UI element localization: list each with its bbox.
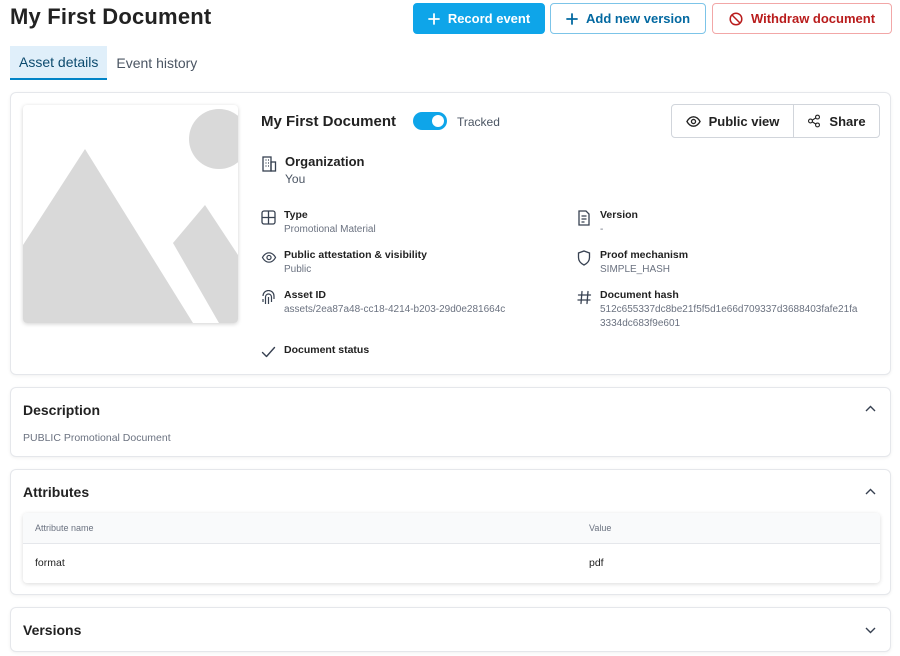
description-card[interactable]: Description PUBLIC Promotional Document bbox=[10, 387, 891, 457]
table-row: format pdf bbox=[23, 544, 880, 582]
record-event-label: Record event bbox=[447, 11, 531, 26]
asset-id-value: assets/2ea87a48-cc18-4214-b203-29d0e2816… bbox=[284, 304, 506, 315]
table-header: Attribute name Value bbox=[23, 513, 880, 544]
column-header-attribute-name: Attribute name bbox=[35, 523, 94, 533]
chevron-up-icon[interactable] bbox=[865, 405, 876, 412]
asset-name: My First Document bbox=[261, 113, 397, 130]
ban-icon bbox=[729, 11, 743, 26]
proof-mechanism-value: SIMPLE_HASH bbox=[600, 264, 671, 275]
page-title: My First Document bbox=[10, 4, 212, 29]
add-new-version-button[interactable]: Add new version bbox=[550, 3, 706, 34]
tracked-label: Tracked bbox=[457, 115, 500, 129]
tab-event-history[interactable]: Event history bbox=[107, 46, 206, 80]
type-value: Promotional Material bbox=[284, 224, 376, 235]
add-new-version-label: Add new version bbox=[585, 11, 691, 26]
eye-icon bbox=[261, 250, 277, 265]
chevron-down-icon[interactable] bbox=[865, 627, 876, 634]
fingerprint-icon bbox=[261, 290, 276, 306]
attributes-table: Attribute name Value format pdf bbox=[23, 513, 880, 583]
attribute-value-cell: pdf bbox=[589, 557, 604, 569]
description-text: PUBLIC Promotional Document bbox=[23, 432, 171, 444]
shield-icon bbox=[577, 250, 591, 266]
record-event-button[interactable]: Record event bbox=[413, 3, 545, 34]
public-view-button[interactable]: Public view bbox=[672, 105, 794, 137]
organization-label: Organization bbox=[285, 154, 365, 169]
attributes-card: Attributes Attribute name Value format p… bbox=[10, 469, 891, 595]
asset-id-label: Asset ID bbox=[284, 289, 327, 301]
file-version-icon bbox=[577, 210, 591, 226]
public-view-label: Public view bbox=[708, 113, 780, 129]
plus-icon bbox=[427, 12, 440, 25]
chevron-up-icon[interactable] bbox=[865, 488, 876, 495]
versions-title: Versions bbox=[23, 622, 82, 638]
document-hash-label: Document hash bbox=[600, 289, 679, 301]
withdraw-document-label: Withdraw document bbox=[750, 11, 876, 26]
proof-mechanism-label: Proof mechanism bbox=[600, 249, 689, 261]
version-value: - bbox=[600, 224, 604, 235]
building-icon bbox=[261, 155, 277, 172]
share-icon bbox=[807, 114, 821, 128]
document-status-label: Document status bbox=[284, 344, 370, 356]
column-header-value: Value bbox=[589, 523, 612, 533]
document-hash-line1: 512c655337dc8be21f5f5d1e66d709337d368840… bbox=[600, 304, 858, 315]
visibility-value: Public bbox=[284, 264, 312, 275]
versions-card[interactable]: Versions bbox=[10, 607, 891, 652]
image-placeholder-icon bbox=[23, 105, 238, 323]
attributes-title: Attributes bbox=[23, 484, 90, 500]
visibility-label: Public attestation & visibility bbox=[284, 249, 427, 261]
document-hash-line2: 3334dc683f9e601 bbox=[600, 318, 681, 329]
version-label: Version bbox=[600, 209, 638, 221]
eye-icon bbox=[685, 114, 701, 129]
view-share-group: Public view Share bbox=[671, 104, 880, 138]
grid-icon bbox=[261, 210, 276, 225]
tab-asset-details[interactable]: Asset details bbox=[10, 46, 108, 80]
organization-value: You bbox=[285, 172, 306, 186]
description-title: Description bbox=[23, 402, 101, 418]
tracked-toggle[interactable] bbox=[413, 112, 447, 130]
type-label: Type bbox=[284, 209, 308, 221]
asset-details-card: My First Document Tracked Public view Sh… bbox=[10, 92, 891, 375]
attribute-name-cell: format bbox=[35, 557, 65, 569]
check-icon bbox=[261, 345, 276, 359]
withdraw-document-button[interactable]: Withdraw document bbox=[712, 3, 892, 34]
share-label: Share bbox=[829, 113, 866, 129]
tab-bar: Asset details Event history bbox=[10, 46, 206, 80]
hash-icon bbox=[577, 290, 592, 305]
share-button[interactable]: Share bbox=[794, 105, 879, 137]
plus-icon bbox=[566, 12, 578, 25]
